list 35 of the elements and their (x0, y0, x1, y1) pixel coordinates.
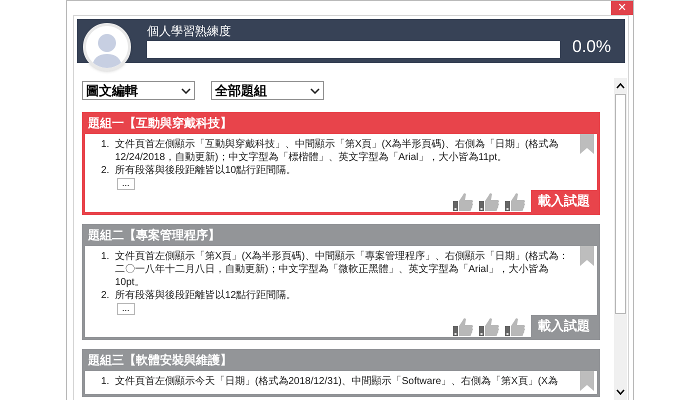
item-number: 1. (101, 138, 110, 152)
load-questions-button[interactable]: 載入試題 (531, 190, 597, 212)
proficiency-title: 個人學習熟練度 (147, 24, 232, 38)
thumbs-up-icon[interactable] (452, 317, 474, 337)
requirement-text: 文件頁首左側顯示「互動與穿戴科技」、中間顯示「第X頁」(X為半形頁碼)、右側為「日期」(格式為12/24/2018，自動更新)；中文字型為「標楷體」、英文字型為「Arial」，大小皆為11pt。 (115, 138, 560, 164)
requirement-text: 所有段落與後段距離皆以12點行距間隔。 (115, 289, 296, 302)
close-button[interactable]: ✕ (611, 1, 633, 15)
question-group-title: 題組二【專案管理程序】 (87, 227, 221, 244)
caret-icon (181, 88, 191, 94)
more-button[interactable]: ... (117, 303, 135, 315)
dropdown[interactable]: 全部題組 (211, 81, 324, 100)
more-button[interactable]: ... (117, 178, 135, 190)
requirement-text: 所有段落與後段距離皆以10點行距間隔。 (115, 164, 296, 177)
item-number: 1. (101, 250, 110, 264)
question-group-title: 題組一【互動與穿戴科技】 (87, 115, 233, 132)
thumbs-up-icon[interactable] (478, 317, 500, 337)
requirement-text: 文件頁首左側顯示「第X頁」(X為半形頁碼)、中間顯示「專案管理程序」、右側顯示「日期」(格式為：二〇一八年十二月八日，自動更新)；中文字型為「微軟正黑體」、英文字型為「Arial」，大小皆為10pt。 (115, 250, 570, 289)
question-group-title: 題組三【軟體安裝與維護】 (87, 352, 233, 369)
scroll-thumb[interactable] (615, 94, 626, 314)
question-group-card[interactable]: 題組一【互動與穿戴科技】 1. 文件頁首左側顯示「互動與穿戴科技」、中間顯示「第X頁」(X為半形頁碼)、右側為「日期」(格式為12/24/2018，自動更新)；中文字型為「標楷體」、英文字型為「Arial」，大小皆為11pt。 2. 所有段落與後段距離皆以10點行距間隔。 ... 載入試題 (82, 112, 600, 215)
item-number: 2. (101, 289, 110, 302)
dropdown[interactable]: 圖文編輯 (82, 81, 195, 100)
thumbs-up-icon[interactable] (478, 192, 500, 212)
item-number: 1. (101, 375, 110, 388)
question-group-card[interactable]: 題組二【專案管理程序】 1. 文件頁首左側顯示「第X頁」(X為半形頁碼)、中間顯示「專案管理程序」、右側顯示「日期」(格式為：二〇一八年十二月八日，自動更新)；中文字型為「微軟正黑體」、英文字型為「Arial」，大小皆為10pt。 2. 所有段落與後段距離皆以12點行距間隔。 ... 載入試題 (82, 224, 600, 340)
thumbs-up-icon[interactable] (504, 317, 526, 337)
thumbs-up-icon[interactable] (504, 192, 526, 212)
question-group-card[interactable]: 題組三【軟體安裝與維護】 1. 文件頁首左側顯示今天「日期」(格式為2018/12/31)、中間顯示「Software」、右側為「第X頁」(X為 (82, 349, 600, 397)
avatar-icon (83, 23, 131, 71)
progress-percent: 0.0% (572, 36, 611, 58)
requirement-text: 文件頁首左側顯示今天「日期」(格式為2018/12/31)、中間顯示「Software」、右側為「第X頁」(X為 (115, 375, 558, 388)
scrollbar[interactable] (614, 78, 627, 400)
thumbs-up-icon[interactable] (452, 192, 474, 212)
caret-icon (310, 88, 320, 94)
item-number: 2. (101, 164, 110, 177)
